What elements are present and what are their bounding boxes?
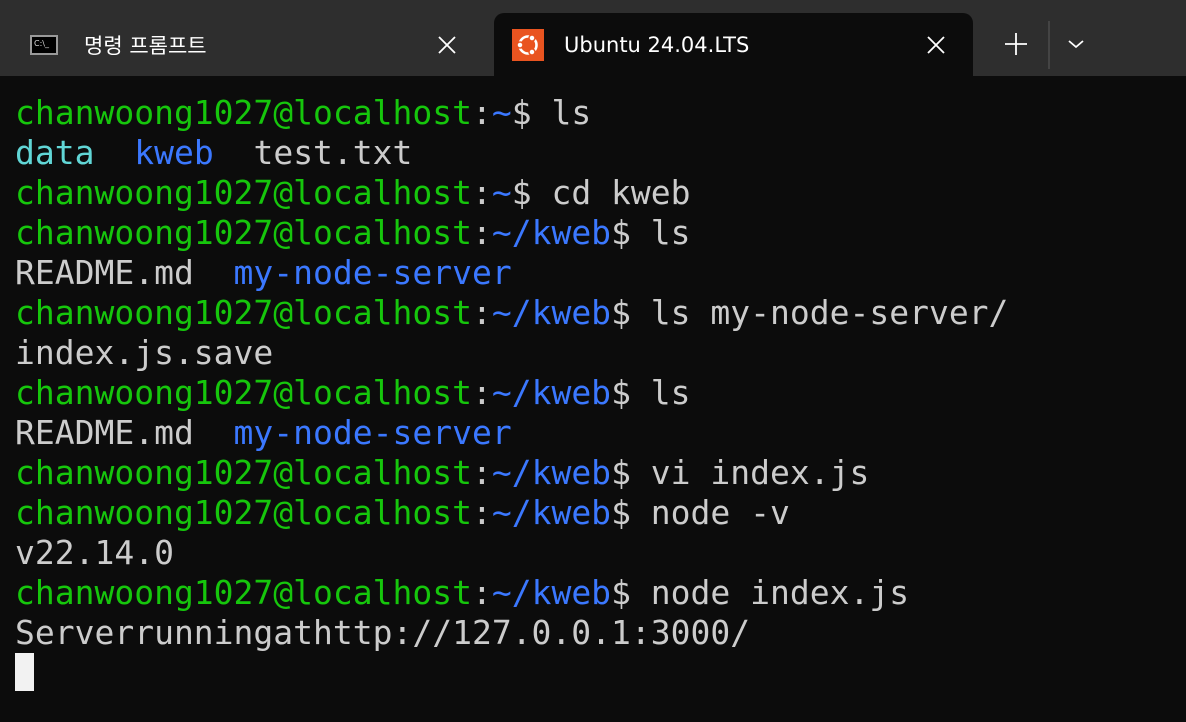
terminal-text: README.md bbox=[15, 413, 234, 452]
terminal-text: : bbox=[471, 453, 492, 492]
terminal-line: chanwoong1027@localhost:~/kweb$ ls my-no… bbox=[15, 293, 1008, 333]
terminal-text: chanwoong1027@localhost bbox=[15, 173, 472, 212]
terminal-text: kweb bbox=[134, 133, 214, 172]
tab-label: Ubuntu 24.04.LTS bbox=[564, 32, 750, 57]
terminal-text: chanwoong1027@localhost bbox=[15, 453, 472, 492]
prompt-line[interactable] bbox=[15, 653, 1008, 693]
terminal-text: $ vi index.js bbox=[611, 453, 870, 492]
terminal-text: my-node-server bbox=[233, 253, 512, 292]
terminal-text: ~ bbox=[491, 93, 512, 132]
terminal-line: chanwoong1027@localhost:~/kweb$ vi index… bbox=[15, 453, 1008, 493]
terminal-line: chanwoong1027@localhost:~/kweb$ node -v bbox=[15, 493, 1008, 533]
terminal-text: chanwoong1027@localhost bbox=[15, 493, 472, 532]
terminal-output[interactable]: chanwoong1027@localhost:~$ ls data kweb t… bbox=[15, 93, 1008, 693]
terminal-text: : bbox=[471, 493, 492, 532]
terminal-text: index.js.save bbox=[15, 333, 274, 372]
terminal-text: $ ls my-node-server/ bbox=[611, 293, 1009, 332]
terminal-line: chanwoong1027@localhost:~$ cd kweb bbox=[15, 173, 1008, 213]
command-prompt-icon: C:\_ bbox=[30, 34, 58, 55]
terminal-text: chanwoong1027@localhost bbox=[15, 573, 472, 612]
terminal-text: ~/kweb bbox=[491, 453, 612, 492]
terminal-text: ~ bbox=[491, 173, 512, 212]
terminal-text: $ ls bbox=[511, 93, 592, 132]
terminal-text: : bbox=[471, 93, 492, 132]
terminal-line: README.md my-node-server bbox=[15, 413, 1008, 453]
terminal-line: chanwoong1027@localhost:~/kweb$ ls bbox=[15, 213, 1008, 253]
terminal-text: : bbox=[471, 373, 492, 412]
terminal-line: chanwoong1027@localhost:~/kweb$ node ind… bbox=[15, 573, 1008, 613]
terminal-line: index.js.save bbox=[15, 333, 1008, 373]
terminal-text: Serverrunningathttp://127.0.0.1:3000/ bbox=[15, 613, 751, 652]
terminal-text: README.md bbox=[15, 253, 234, 292]
terminal-text: $ node -v bbox=[611, 493, 790, 532]
terminal-text: : bbox=[471, 293, 492, 332]
tab-bar: C:\_ 명령 프롬프트 Ubuntu 24.04.LTS bbox=[0, 0, 1186, 76]
new-tab-plus-icon[interactable] bbox=[1000, 28, 1032, 60]
terminal-line: Serverrunningathttp://127.0.0.1:3000/ bbox=[15, 613, 1008, 653]
terminal-text: chanwoong1027@localhost bbox=[15, 213, 472, 252]
tab-ubuntu[interactable]: Ubuntu 24.04.LTS bbox=[494, 13, 973, 76]
terminal-text: my-node-server bbox=[233, 413, 512, 452]
terminal-text: ~/kweb bbox=[491, 293, 612, 332]
terminal-line: chanwoong1027@localhost:~/kweb$ ls bbox=[15, 373, 1008, 413]
terminal-line: data kweb test.txt bbox=[15, 133, 1008, 173]
tab-command-prompt[interactable]: C:\_ 명령 프롬프트 bbox=[14, 13, 484, 76]
close-icon[interactable] bbox=[436, 34, 458, 56]
chevron-down-icon[interactable] bbox=[1064, 32, 1088, 56]
terminal-text: : bbox=[471, 173, 492, 212]
terminal-text: ~/kweb bbox=[491, 213, 612, 252]
terminal-line: chanwoong1027@localhost:~$ ls bbox=[15, 93, 1008, 133]
terminal-text: $ ls bbox=[611, 213, 691, 252]
terminal-line: v22.14.0 bbox=[15, 533, 1008, 573]
terminal-text: data bbox=[15, 133, 95, 172]
terminal-text: : bbox=[471, 213, 492, 252]
ubuntu-icon bbox=[512, 28, 544, 61]
terminal-text: ~/kweb bbox=[491, 373, 612, 412]
terminal-text: ~/kweb bbox=[491, 573, 612, 612]
terminal-text: chanwoong1027@localhost bbox=[15, 373, 472, 412]
terminal-text: $ node index.js bbox=[611, 573, 910, 612]
divider bbox=[1048, 21, 1050, 69]
terminal-text: ~/kweb bbox=[491, 493, 612, 532]
terminal-text: test.txt bbox=[213, 133, 413, 172]
terminal-line: README.md my-node-server bbox=[15, 253, 1008, 293]
terminal-text: v22.14.0 bbox=[15, 533, 174, 572]
terminal-text: $ ls bbox=[611, 373, 691, 412]
terminal-text: chanwoong1027@localhost bbox=[15, 293, 472, 332]
close-icon[interactable] bbox=[925, 34, 947, 56]
terminal-text: $ cd kweb bbox=[511, 173, 691, 212]
terminal-text: chanwoong1027@localhost bbox=[15, 93, 472, 132]
text-cursor bbox=[15, 653, 34, 691]
terminal-text: : bbox=[471, 573, 492, 612]
tab-label: 명령 프롬프트 bbox=[84, 33, 207, 58]
